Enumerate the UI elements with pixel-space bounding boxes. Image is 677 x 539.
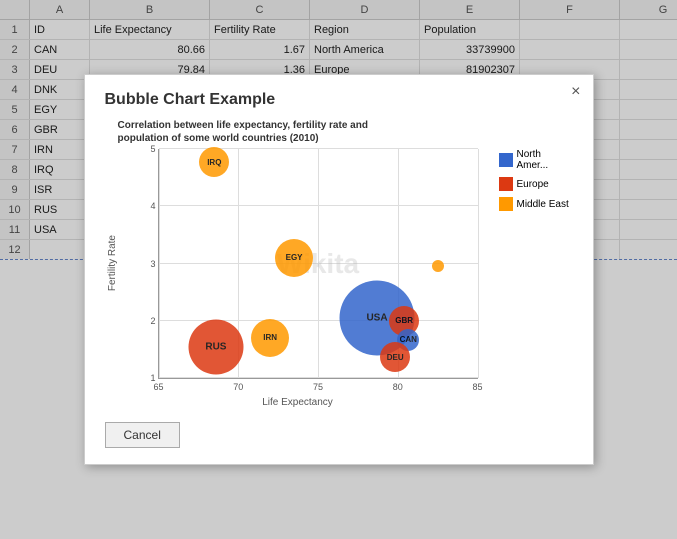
legend-item-north-america: North Amer... — [499, 149, 573, 171]
legend-item-europe: Europe — [499, 177, 573, 191]
cancel-button[interactable]: Cancel — [105, 422, 180, 448]
chart-left: Fertility Rate Correlation between life … — [105, 119, 489, 408]
bubble-isr — [432, 260, 444, 272]
y-tick-label: 4 — [150, 201, 158, 211]
x-tick-label: 65 — [153, 382, 163, 392]
chart-legend: North Amer... Europe Middle East — [499, 149, 573, 408]
x-tick-label: 85 — [472, 382, 482, 392]
x-axis-label: Life Expectancy — [138, 397, 458, 408]
close-button[interactable]: × — [571, 83, 580, 101]
x-tick-label: 75 — [313, 382, 323, 392]
chart-area: Fertility Rate Correlation between life … — [105, 119, 573, 408]
legend-label-europe: Europe — [517, 179, 549, 190]
legend-item-middle-east: Middle East — [499, 197, 573, 211]
chart-plot-area: 123456570758085WikitaIRQEGYRUSIRNUSAGBRC… — [158, 149, 478, 379]
bubble-irn: IRN — [251, 319, 289, 357]
grid-line-v — [478, 149, 479, 378]
bubble-irq: IRQ — [199, 147, 229, 177]
legend-color-middle-east — [499, 197, 513, 211]
legend-color-europe — [499, 177, 513, 191]
legend-color-north-america — [499, 153, 513, 167]
modal-overlay: × Bubble Chart Example Fertility Rate Co… — [0, 0, 677, 539]
legend-label-north-america: North Amer... — [517, 149, 573, 171]
bubble-deu: DEU — [380, 342, 410, 372]
legend-label-middle-east: Middle East — [517, 199, 569, 210]
modal-dialog: × Bubble Chart Example Fertility Rate Co… — [84, 74, 594, 465]
grid-line-v — [318, 149, 319, 378]
grid-line-v — [159, 149, 160, 378]
y-tick-label: 2 — [150, 316, 158, 326]
y-tick-label: 3 — [150, 259, 158, 269]
modal-title: Bubble Chart Example — [105, 91, 573, 109]
chart-inner: Correlation between life expectancy, fer… — [118, 119, 489, 408]
y-tick-label: 5 — [150, 144, 158, 154]
bubble-rus: RUS — [188, 320, 243, 375]
y-axis-label: Fertility Rate — [105, 235, 118, 291]
chart-title: Correlation between life expectancy, fer… — [118, 119, 378, 145]
x-tick-label: 70 — [233, 382, 243, 392]
x-tick-label: 80 — [393, 382, 403, 392]
bubble-egy: EGY — [275, 239, 313, 277]
